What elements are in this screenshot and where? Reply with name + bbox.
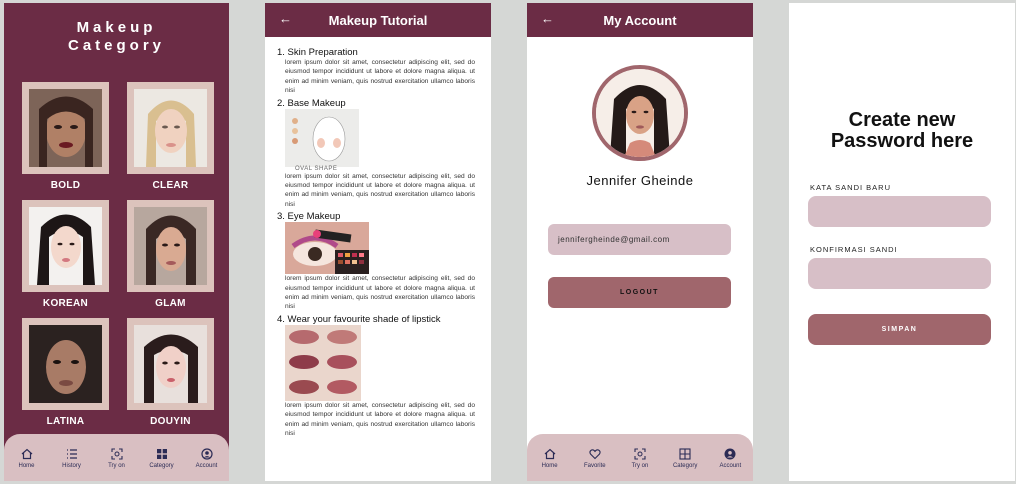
- lipstick-shades-image: [285, 324, 361, 401]
- password-screen: Create new Password here KATA SANDI BARU…: [789, 3, 1015, 481]
- list-icon: [66, 449, 77, 459]
- header: ← Makeup Tutorial: [265, 3, 491, 37]
- nav-favorite[interactable]: Favorite: [575, 448, 615, 469]
- nav-try-on[interactable]: Try on: [97, 448, 137, 469]
- user-circle-icon: [200, 448, 213, 460]
- nav-account[interactable]: Account: [187, 448, 227, 469]
- nav-label: Try on: [108, 463, 125, 469]
- category-label: CLEAR: [152, 180, 189, 191]
- nav-try-on[interactable]: Try on: [620, 448, 660, 469]
- category-photo: [29, 89, 102, 167]
- nav-label: Try on: [631, 463, 649, 469]
- nav-label: Home: [18, 463, 35, 469]
- category-photo: [29, 207, 102, 285]
- nav-label: Category: [672, 463, 698, 469]
- grid-icon: [679, 448, 691, 460]
- category-card-douyin[interactable]: DOUYIN: [127, 318, 214, 427]
- category-label: GLAM: [155, 298, 186, 309]
- step-body: lorem ipsum dolor sit amet, consectetur …: [285, 401, 475, 438]
- nav-history[interactable]: History: [52, 448, 92, 469]
- nav-category[interactable]: Category: [142, 448, 182, 469]
- category-card-clear[interactable]: CLEAR: [127, 82, 214, 191]
- title-line-1: Makeup: [76, 19, 157, 36]
- category-label: DOUYIN: [150, 416, 191, 427]
- step-body: lorem ipsum dolor sit amet, consectetur …: [285, 59, 475, 95]
- face-scan-icon: [110, 448, 123, 460]
- category-label: BOLD: [50, 180, 81, 191]
- confirm-password-field[interactable]: [808, 258, 991, 289]
- back-arrow-icon[interactable]: ←: [279, 11, 292, 26]
- header: ← My Account: [527, 3, 753, 37]
- new-password-field[interactable]: [808, 196, 991, 227]
- nav-account[interactable]: Account: [710, 448, 750, 469]
- category-card-bold[interactable]: BOLD: [22, 82, 109, 191]
- new-password-label: KATA SANDI BARU: [810, 183, 891, 192]
- bottom-nav: Home Favorite Try on Category Account: [527, 434, 753, 481]
- step-title: 4. Wear your favourite shade of lipstick: [277, 313, 441, 325]
- heart-icon: [589, 449, 601, 460]
- nav-home[interactable]: Home: [530, 448, 570, 469]
- nav-label: Category: [149, 463, 174, 469]
- step-body: lorem ipsum dolor sit amet, consectetur …: [285, 275, 475, 311]
- nav-category[interactable]: Category: [665, 448, 705, 469]
- confirm-password-label: KONFIRMASI SANDI: [810, 245, 898, 254]
- user-circle-icon: [724, 448, 736, 460]
- user-name: Jennifer Gheinde: [586, 173, 694, 188]
- eye-makeup-image: [285, 222, 369, 275]
- category-label: KOREAN: [42, 298, 89, 309]
- category-label: LATINA: [46, 416, 85, 427]
- step-title: 2. Base Makeup: [277, 97, 346, 109]
- category-screen: Makeup Category BOLD CLEAR KOREAN GLAM L…: [4, 3, 229, 481]
- tutorial-screen: ← Makeup Tutorial 1. Skin Preparation lo…: [265, 3, 491, 481]
- nav-label: Home: [541, 463, 558, 469]
- nav-label: Account: [719, 463, 742, 469]
- face-shape-chart-image: [285, 108, 359, 167]
- step-body: lorem ipsum dolor sit amet, consectetur …: [285, 172, 475, 208]
- face-scan-icon: [634, 448, 646, 460]
- category-card-glam[interactable]: GLAM: [127, 200, 214, 309]
- avatar[interactable]: [592, 65, 688, 161]
- nav-label: History: [62, 463, 81, 469]
- page-title: Makeup Tutorial: [328, 12, 428, 28]
- page-title: My Account: [603, 12, 677, 28]
- back-arrow-icon[interactable]: ←: [541, 11, 554, 26]
- home-icon: [544, 448, 555, 460]
- nav-home[interactable]: Home: [7, 448, 47, 469]
- save-button[interactable]: SIMPAN: [808, 314, 991, 345]
- category-card-latina[interactable]: LATINA: [22, 318, 109, 427]
- title-line-2: Password here: [830, 130, 974, 152]
- step-title: 3. Eye Makeup: [277, 211, 341, 223]
- tutorial-content: 1. Skin Preparation lorem ipsum dolor si…: [265, 37, 491, 439]
- grid-icon: [156, 449, 167, 459]
- email-field[interactable]: jennifergheinde@gmail.com: [548, 224, 731, 255]
- title-line-2: Category: [67, 37, 166, 54]
- nav-label: Favorite: [583, 463, 606, 469]
- bottom-nav: Home History Try on Category Account: [4, 434, 229, 481]
- category-photo: [134, 325, 207, 403]
- title-line-1: Create new: [848, 109, 956, 131]
- account-screen: ← My Account Jennifer Gheinde jennifergh…: [527, 3, 753, 481]
- step-title: 1. Skin Preparation: [277, 47, 358, 58]
- logout-button[interactable]: LOGOUT: [548, 277, 731, 308]
- home-icon: [21, 448, 32, 460]
- profile-photo: [596, 69, 684, 157]
- category-photo: [134, 89, 207, 167]
- category-photo: [134, 207, 207, 285]
- category-card-korean[interactable]: KOREAN: [22, 200, 109, 309]
- page-title: Create new Password here: [789, 110, 1015, 152]
- page-title: Makeup Category: [4, 19, 229, 55]
- nav-label: Account: [195, 463, 218, 469]
- category-photo: [29, 325, 102, 403]
